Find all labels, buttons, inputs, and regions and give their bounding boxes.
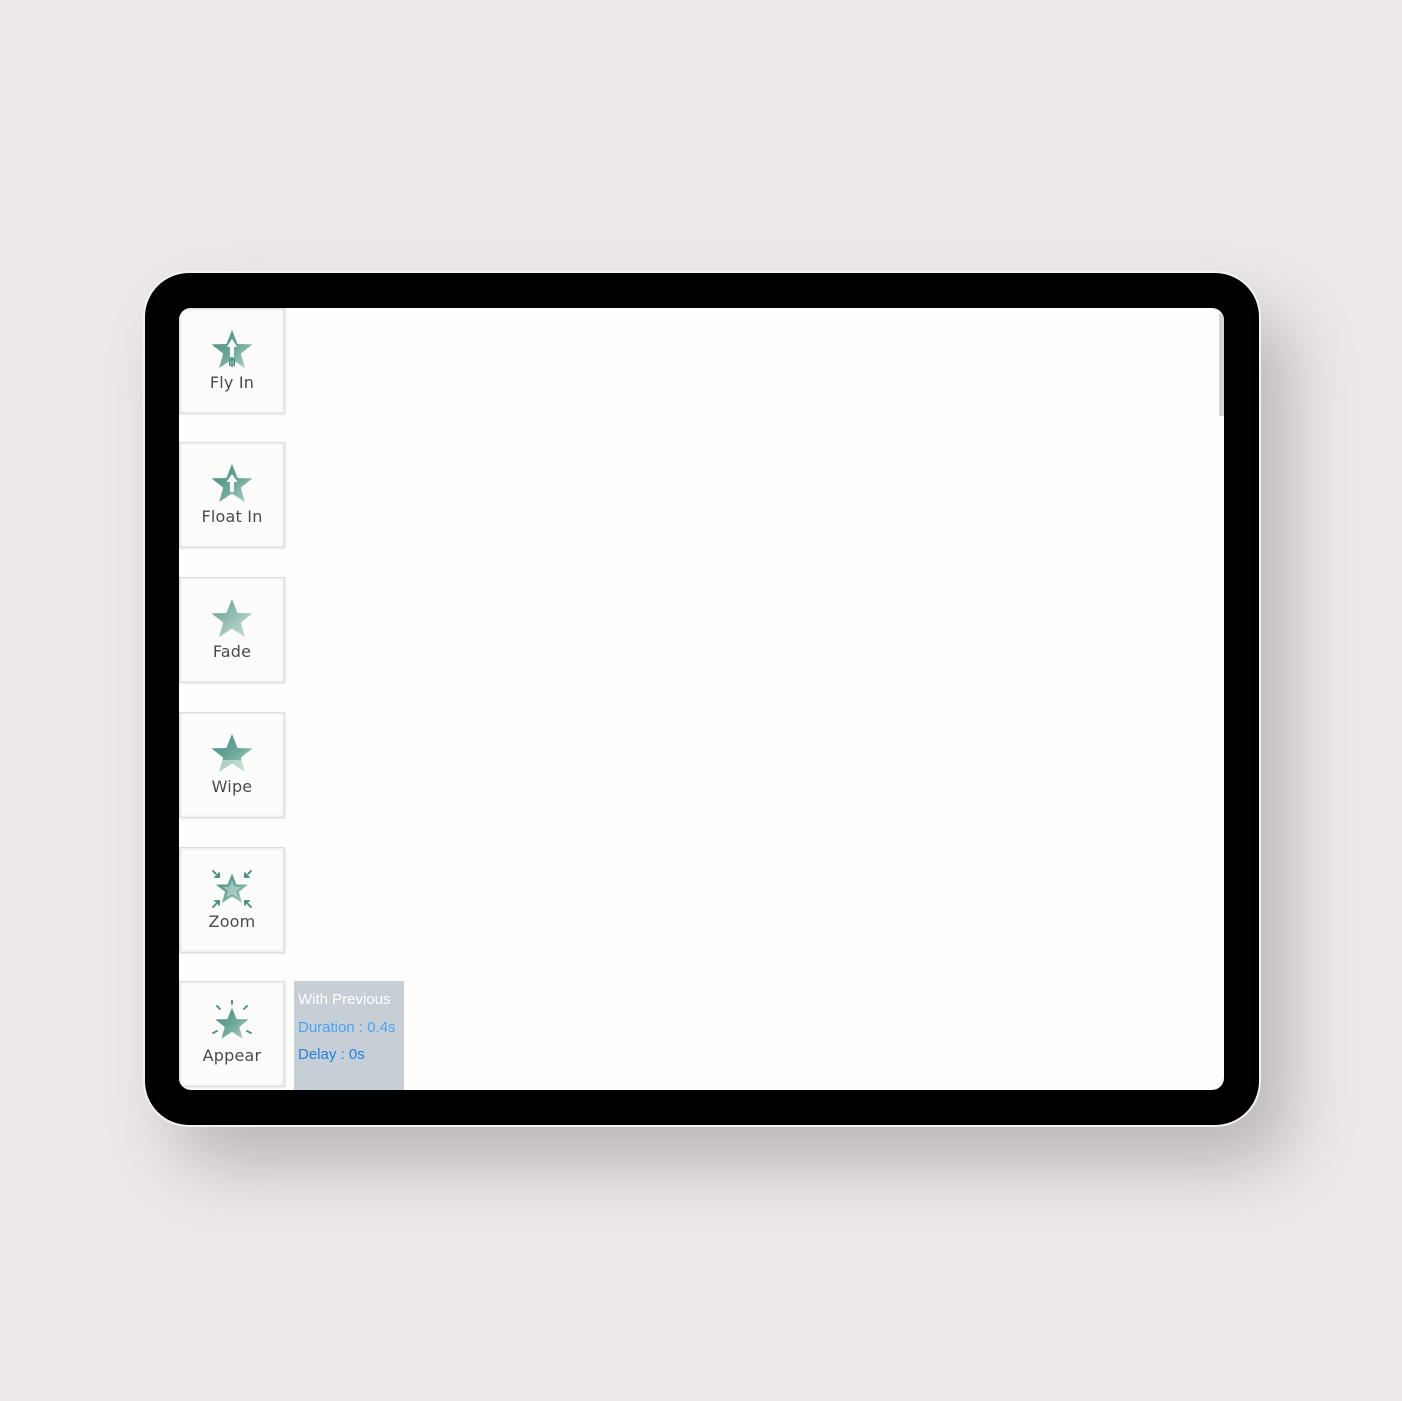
effect-zoom-label: Zoom bbox=[208, 912, 256, 931]
scrollbar[interactable] bbox=[1219, 314, 1224, 416]
appear-star-icon bbox=[209, 1000, 255, 1046]
timing-duration-text: Duration : 0.4s bbox=[298, 1018, 396, 1036]
effect-fly-in-button[interactable]: Fly In bbox=[179, 308, 285, 414]
wipe-star-icon bbox=[209, 731, 255, 777]
fade-star-icon bbox=[209, 596, 255, 642]
effect-fade-label: Fade bbox=[212, 642, 252, 661]
animation-timing-panel: With Previous Duration : 0.4s Delay : 0s bbox=[294, 981, 404, 1090]
timing-delay-text: Delay : 0s bbox=[298, 1046, 365, 1063]
effect-fade-button[interactable]: Fade bbox=[179, 577, 285, 683]
effect-appear-button[interactable]: Appear bbox=[179, 981, 285, 1087]
effect-zoom-button[interactable]: Zoom bbox=[179, 847, 285, 953]
effect-wipe-button[interactable]: Wipe bbox=[179, 712, 285, 818]
fly-in-star-icon bbox=[209, 327, 255, 373]
float-in-star-icon bbox=[209, 461, 255, 507]
effect-fly-in-label: Fly In bbox=[209, 373, 255, 392]
timing-trigger-text: With Previous bbox=[298, 991, 391, 1008]
zoom-star-icon bbox=[209, 866, 255, 912]
effect-wipe-label: Wipe bbox=[211, 777, 253, 796]
tablet-screen: Fly In Float In Fade Wipe Zoom Appear Wi… bbox=[179, 308, 1224, 1090]
tablet-device-frame: Fly In Float In Fade Wipe Zoom Appear Wi… bbox=[145, 273, 1259, 1125]
effect-float-in-button[interactable]: Float In bbox=[179, 442, 285, 548]
effect-appear-label: Appear bbox=[202, 1046, 262, 1065]
effect-float-in-label: Float In bbox=[201, 507, 263, 526]
